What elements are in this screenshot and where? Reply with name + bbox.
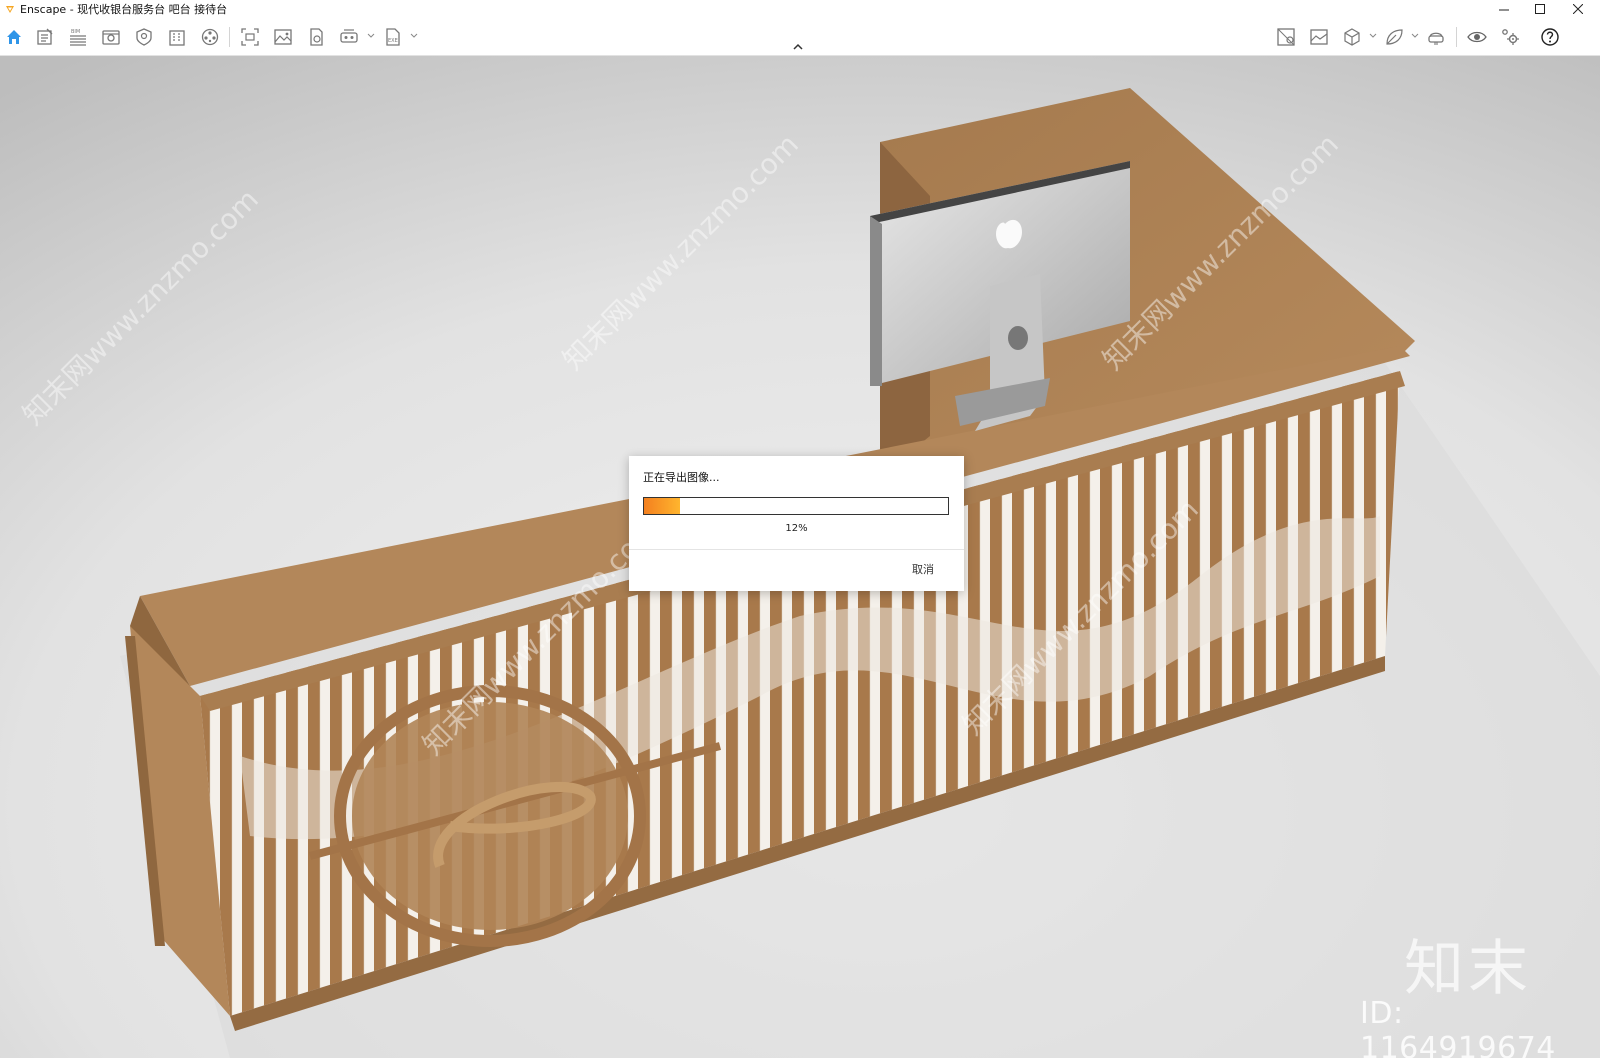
bim-icon: BIM <box>70 29 86 46</box>
close-button[interactable] <box>1560 0 1596 18</box>
toolbar: BIM EXE <box>0 18 1600 56</box>
cube-view-dropdown-icon[interactable] <box>1369 32 1377 40</box>
batch-render-button[interactable] <box>271 25 295 49</box>
atmosphere-icon <box>1310 29 1328 45</box>
building-icon <box>169 30 185 46</box>
exe-export-icon: EXE <box>386 28 400 46</box>
leaf-button[interactable] <box>1382 25 1406 49</box>
watermark-id: ID: 1164919674 <box>1360 996 1556 1058</box>
exe-export-button[interactable]: EXE <box>381 25 405 49</box>
export-progress-dialog: 正在导出图像... 12% 取消 <box>629 456 964 591</box>
progress-percent: 12% <box>785 523 808 534</box>
video-editor-icon <box>201 28 219 46</box>
watermark-logo: 知末 <box>1404 934 1532 1004</box>
progress-bar-fill <box>644 498 681 514</box>
window-title: Enscape - 现代收银台服务台 吧台 接待台 <box>20 3 228 16</box>
help-icon <box>1541 28 1559 46</box>
visibility-icon <box>1467 31 1487 43</box>
vr-headset-button[interactable] <box>1424 25 1448 49</box>
close-icon <box>1573 4 1583 14</box>
batch-render-icon <box>274 29 292 45</box>
asset-library-button[interactable] <box>132 25 156 49</box>
asset-library-icon <box>136 28 152 46</box>
cube-view-icon <box>1344 28 1360 46</box>
settings-button[interactable] <box>1498 25 1522 49</box>
exe-export-dropdown-icon[interactable] <box>410 32 418 40</box>
collapse-toolbar-icon[interactable] <box>791 42 805 52</box>
dialog-title: 正在导出图像... <box>643 471 720 484</box>
minimize-button[interactable] <box>1486 0 1522 18</box>
screenshot-icon <box>241 28 259 46</box>
leaf-icon <box>1386 29 1403 45</box>
vr-headset-icon <box>1428 32 1444 45</box>
enscape-logo-icon <box>6 6 14 13</box>
atmosphere-button[interactable] <box>1307 25 1331 49</box>
panorama-button[interactable] <box>304 25 328 49</box>
view-management-button[interactable] <box>99 25 123 49</box>
video-editor-button[interactable] <box>198 25 222 49</box>
minimize-icon <box>1499 9 1509 11</box>
settings-icon <box>1502 29 1519 45</box>
title-bar: Enscape - 现代收银台服务台 吧台 接待台 <box>0 0 1600 18</box>
bim-button[interactable]: BIM <box>66 25 90 49</box>
maximize-button[interactable] <box>1522 0 1558 18</box>
building-button[interactable] <box>165 25 189 49</box>
help-button[interactable] <box>1538 25 1562 49</box>
svg-text:EXE: EXE <box>388 38 398 44</box>
cube-view-button[interactable] <box>1340 25 1364 49</box>
home-icon <box>7 30 21 44</box>
visibility-button[interactable] <box>1465 25 1489 49</box>
vr-export-button[interactable] <box>337 25 361 49</box>
view-management-icon <box>102 30 120 45</box>
project-notes-button[interactable] <box>33 25 57 49</box>
panorama-icon <box>310 28 323 46</box>
screenshot-button[interactable] <box>238 25 262 49</box>
maximize-icon <box>1535 4 1545 14</box>
leaf-dropdown-icon[interactable] <box>1411 32 1419 40</box>
material-editor-button[interactable] <box>1274 25 1298 49</box>
cancel-button[interactable]: 取消 <box>912 561 934 577</box>
project-notes-icon <box>37 28 53 45</box>
material-editor-icon <box>1277 28 1295 46</box>
vr-export-dropdown-icon[interactable] <box>367 32 375 40</box>
home-button[interactable] <box>2 25 26 49</box>
dialog-divider <box>629 549 964 550</box>
vr-export-icon <box>340 29 358 43</box>
svg-text:BIM: BIM <box>71 29 80 35</box>
progress-bar <box>643 497 949 515</box>
